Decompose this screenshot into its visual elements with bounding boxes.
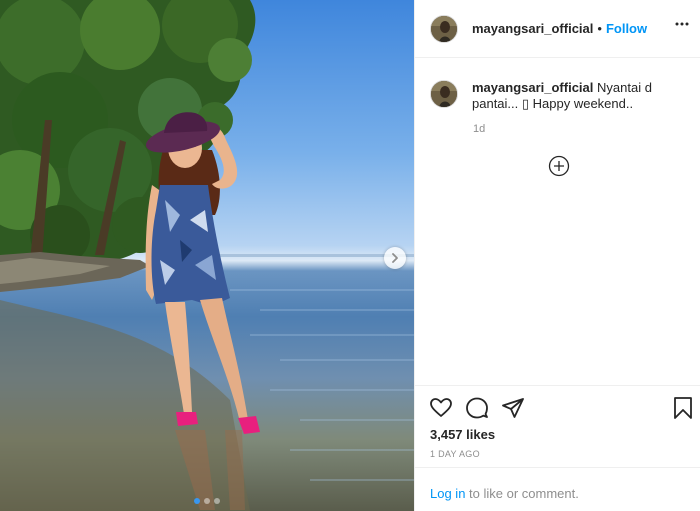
share-icon[interactable]: [501, 396, 525, 420]
login-link[interactable]: Log in: [430, 486, 465, 501]
action-bar: [429, 396, 525, 420]
beach-photo: [0, 0, 414, 511]
follow-button[interactable]: Follow: [606, 21, 647, 36]
load-more-comments-icon[interactable]: [548, 155, 570, 177]
post-username[interactable]: mayangsari_official: [472, 21, 593, 36]
divider: [415, 467, 700, 468]
caption-time: 1d: [473, 123, 486, 135]
like-count[interactable]: 3,457 likes: [430, 427, 495, 442]
caption-body: mayangsari_official Nyantai d pantai... …: [472, 80, 690, 112]
login-prompt-text: to like or comment.: [465, 486, 579, 501]
comment-icon[interactable]: [465, 396, 489, 420]
more-horizontal-icon[interactable]: [675, 22, 689, 26]
heart-icon[interactable]: [429, 396, 453, 420]
carousel-indicator: [0, 498, 414, 504]
next-image-button[interactable]: [384, 247, 406, 269]
bookmark-icon[interactable]: [673, 396, 693, 420]
caption-username[interactable]: mayangsari_official: [472, 80, 593, 95]
login-prompt: Log in to like or comment.: [430, 486, 579, 501]
chevron-right-icon: [392, 253, 398, 263]
carousel-dot: [214, 498, 220, 504]
post-sidebar: mayangsari_official • Follow mayangsari_…: [414, 0, 700, 511]
caption: mayangsari_official Nyantai d pantai... …: [430, 80, 692, 112]
post-media[interactable]: [0, 0, 414, 511]
post-header: mayangsari_official • Follow: [415, 0, 700, 58]
carousel-dot: [194, 498, 200, 504]
caption-avatar[interactable]: [430, 80, 458, 108]
carousel-dot: [204, 498, 210, 504]
divider: [415, 385, 700, 386]
separator-dot: •: [597, 21, 602, 36]
post-date: 1 DAY AGO: [430, 449, 480, 459]
avatar[interactable]: [430, 14, 458, 43]
